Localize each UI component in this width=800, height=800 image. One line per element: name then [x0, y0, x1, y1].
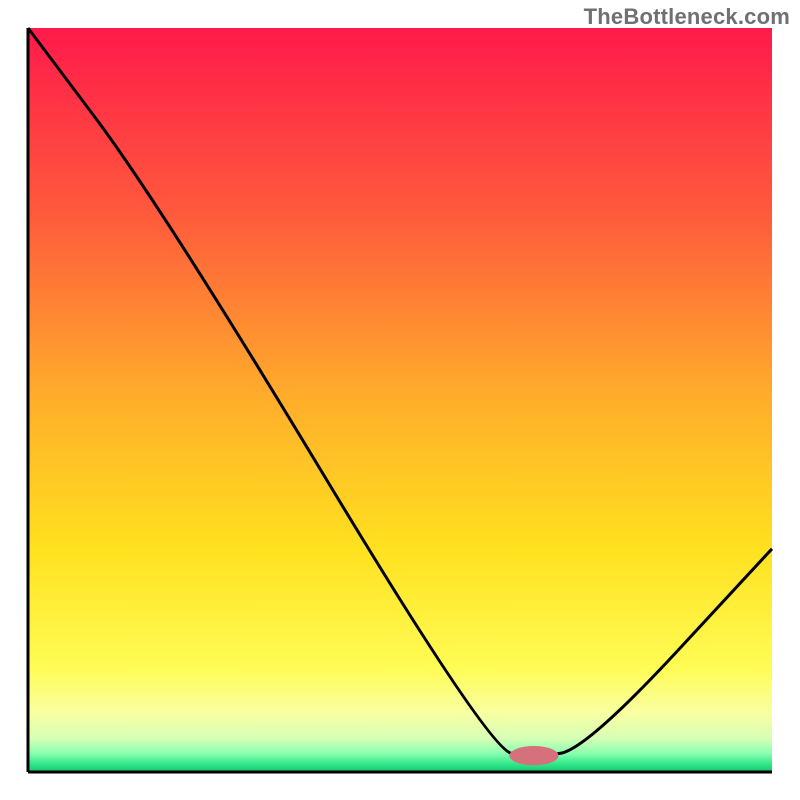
- optimal-point-marker: [509, 746, 558, 765]
- gradient-background: [28, 28, 772, 772]
- watermark-label: TheBottleneck.com: [584, 4, 790, 30]
- chart-canvas: [0, 0, 800, 800]
- bottleneck-chart: TheBottleneck.com: [0, 0, 800, 800]
